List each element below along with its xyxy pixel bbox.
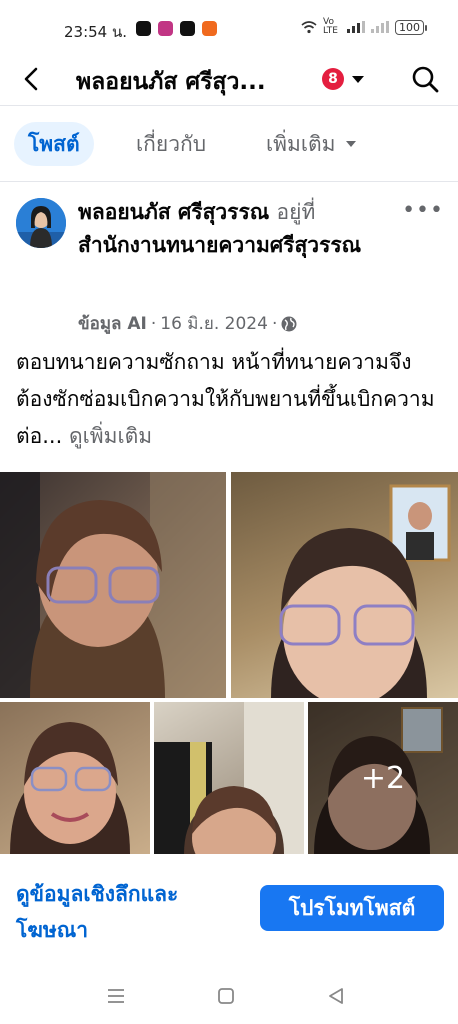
post-header: พลอยนภัส ศรีสุวรรณ อยู่ที่ สำนักงานทนายค… [0,190,458,340]
profile-tabs: โพสต์ เกี่ยวกับ เพิ่มเติม [0,106,458,182]
network-label: Vo LTE [323,17,338,36]
search-button[interactable] [410,64,440,94]
system-back-button[interactable] [326,986,350,1010]
home-square-icon [218,988,234,1004]
ai-info-label[interactable]: ข้อมูล AI [78,310,147,337]
extra-photos-overlay[interactable]: +2 [308,702,458,854]
battery-icon: 100 [395,19,427,35]
back-arrow-icon [24,67,38,91]
shopee-icon [202,21,217,36]
post-author-line: พลอยนภัส ศรีสุวรรณ อยู่ที่ สำนักงานทนายค… [78,196,398,262]
status-time: 23:54 น. [64,23,128,41]
youtube-icon [136,21,151,36]
wifi-icon [301,21,317,34]
avatar-image [16,198,66,248]
globe-icon [281,316,297,331]
post-photo-5[interactable]: +2 [308,702,458,854]
promote-post-button[interactable]: โปรโมทโพสต์ [260,885,444,931]
portrait-image [154,702,304,854]
post-text-block: ตอบทนายความซักถาม หน้าที่ทนายความจึงต้อง… [16,344,446,455]
post-photo-4[interactable] [154,702,304,854]
chevron-down-icon[interactable] [352,76,364,83]
portrait-image [271,484,451,698]
tab-about[interactable]: เกี่ยวกับ [136,122,206,166]
avatar[interactable] [16,198,66,248]
recent-apps-button[interactable] [106,986,130,1010]
author-name[interactable]: พลอยนภัส ศรีสุวรรณ [78,200,269,224]
status-bar: 23:54 น. Vo LTE 100 [0,0,458,52]
post-photo-1[interactable] [0,472,226,698]
page-header: พลอยนภัส ศรีสุว... 8 [0,52,458,106]
page-title: พลอยนภัส ศรีสุว... [76,69,266,95]
meta-separator: · [271,313,278,334]
tab-posts[interactable]: โพสต์ [14,122,94,166]
portrait-image [0,472,226,698]
insights-and-ads-link[interactable]: ดูข้อมูลเชิงลึกและโฆษณา [16,876,236,948]
signal-icon [347,21,365,33]
search-icon [412,66,439,93]
see-more-link[interactable]: ดูเพิ่มเติม [69,424,152,448]
back-triangle-icon [329,988,343,1004]
tiktok-icon [180,21,195,36]
post-meta: ข้อมูล AI · 16 มิ.ย. 2024 · [78,310,297,337]
meta-separator: · [150,313,157,334]
signal-icon-2 [371,21,389,33]
post-photo-2[interactable] [231,472,458,698]
tab-more[interactable]: เพิ่มเติม [266,122,356,166]
system-nav-bar [0,972,458,1024]
notification-badge[interactable]: 8 [322,68,344,90]
messenger-icon [158,21,173,36]
location-name[interactable]: สำนักงานทนายความศรีสุวรรณ [78,233,361,257]
home-button[interactable] [216,986,240,1010]
back-button[interactable] [14,62,48,96]
post-date[interactable]: 16 มิ.ย. 2024 [160,310,268,337]
portrait-image [10,722,130,854]
menu-lines-icon [108,989,124,1003]
at-label: อยู่ที่ [276,200,316,224]
more-options-icon[interactable]: ••• [402,198,444,223]
status-indicators: Vo LTE 100 [301,17,427,36]
tab-more-label: เพิ่มเติม [266,131,336,156]
chevron-down-icon [345,141,356,147]
post-photo-3[interactable] [0,702,150,854]
